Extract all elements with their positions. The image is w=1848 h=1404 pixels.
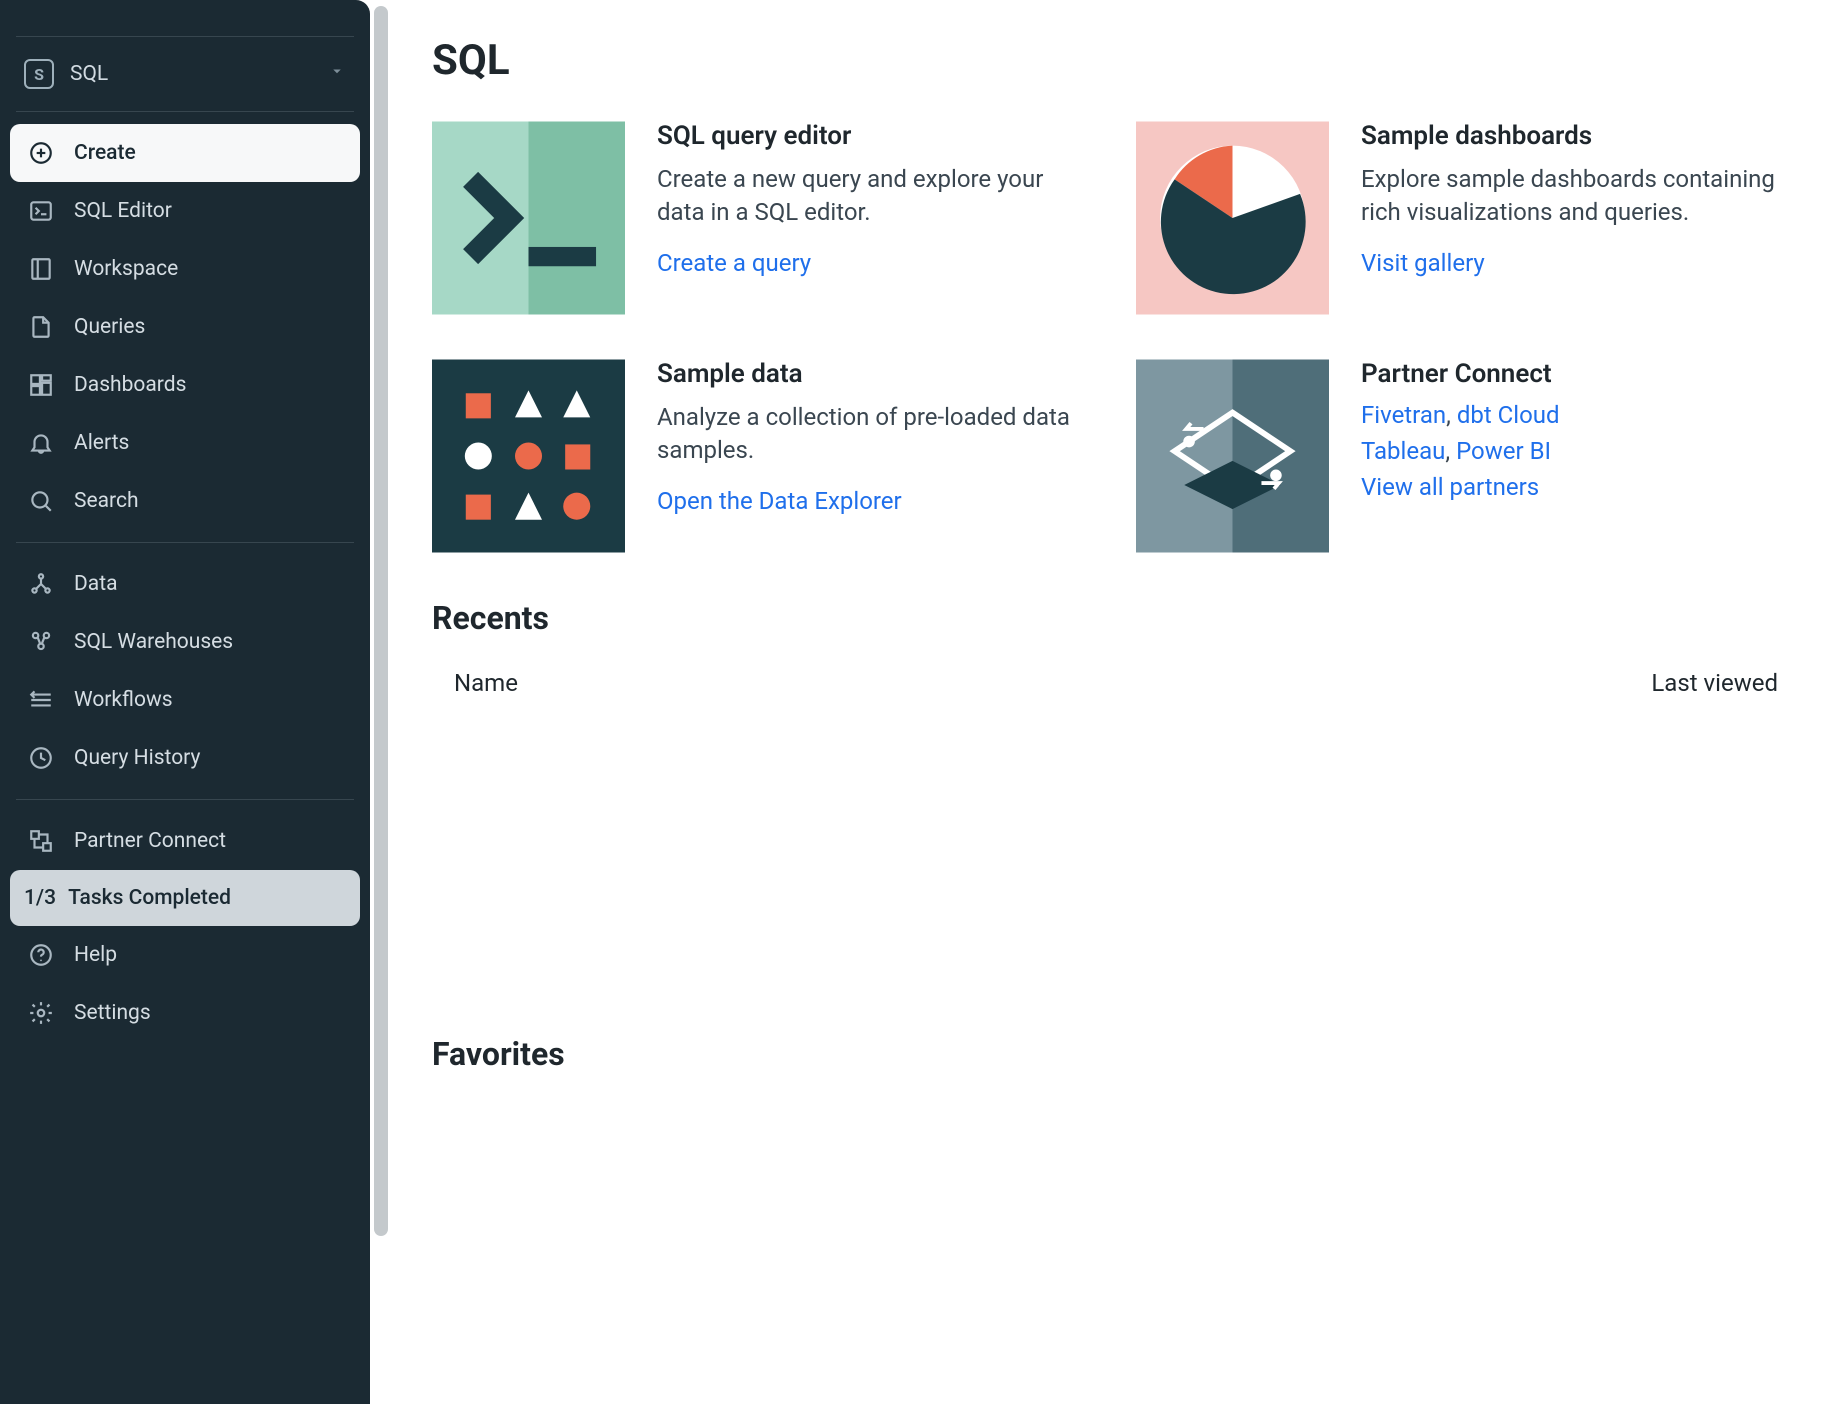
- card-sample-data: Sample data Analyze a collection of pre-…: [432, 359, 1096, 553]
- sidebar-item-partner-connect[interactable]: Partner Connect: [10, 812, 360, 870]
- sidebar-item-search[interactable]: Search: [10, 472, 360, 530]
- sidebar-item-label: Workspace: [74, 257, 178, 281]
- card-title: Partner Connect: [1361, 359, 1560, 389]
- bell-icon: [28, 430, 54, 456]
- card-desc: Explore sample dashboards containing ric…: [1361, 163, 1800, 229]
- sidebar-item-workspace[interactable]: Workspace: [10, 240, 360, 298]
- plus-circle-icon: [28, 140, 54, 166]
- tasks-count: 1/3: [24, 886, 56, 910]
- sidebar-item-label: Query History: [74, 746, 200, 770]
- fivetran-link[interactable]: Fivetran: [1361, 401, 1446, 429]
- sidebar-item-queries[interactable]: Queries: [10, 298, 360, 356]
- sidebar-item-label: Alerts: [74, 431, 129, 455]
- warehouse-icon: [28, 629, 54, 655]
- powerbi-link[interactable]: Power BI: [1456, 437, 1551, 465]
- recents-empty: [432, 709, 1800, 989]
- create-query-link[interactable]: Create a query: [657, 249, 811, 277]
- tasks-completed[interactable]: 1/3 Tasks Completed: [10, 870, 360, 926]
- recents-heading: Recents: [432, 599, 1800, 637]
- sidebar: S SQL Create SQL Editor Workspace Querie…: [0, 0, 370, 1404]
- sidebar-item-data[interactable]: Data: [10, 555, 360, 613]
- card-sql-editor: SQL query editor Create a new query and …: [432, 121, 1096, 315]
- main-content: SQL SQL query editor Create a new query …: [392, 0, 1848, 1404]
- card-desc: Analyze a collection of pre-loaded data …: [657, 401, 1096, 467]
- main-scroll-container: SQL SQL query editor Create a new query …: [370, 0, 1848, 1404]
- dashboards-thumb: [1136, 121, 1329, 315]
- card-partner-connect: Partner Connect Fivetran, dbt Cloud Tabl…: [1136, 359, 1800, 553]
- sidebar-item-label: Settings: [74, 1001, 151, 1025]
- card-title: Sample dashboards: [1361, 121, 1800, 151]
- data-icon: [28, 571, 54, 597]
- favorites-heading: Favorites: [432, 1035, 1800, 1073]
- recents-table-header: Name Last viewed: [432, 657, 1800, 709]
- clock-icon: [28, 745, 54, 771]
- sidebar-item-dashboards[interactable]: Dashboards: [10, 356, 360, 414]
- sidebar-item-workflows[interactable]: Workflows: [10, 671, 360, 729]
- editor-thumb: [432, 121, 625, 315]
- partner-icon: [28, 828, 54, 854]
- sidebar-item-label: Dashboards: [74, 373, 186, 397]
- create-button[interactable]: Create: [10, 124, 360, 182]
- visit-gallery-link[interactable]: Visit gallery: [1361, 249, 1485, 277]
- persona-icon: S: [24, 59, 54, 89]
- view-all-partners-link[interactable]: View all partners: [1361, 473, 1539, 501]
- dbt-link[interactable]: dbt Cloud: [1457, 401, 1560, 429]
- sidebar-item-label: SQL Warehouses: [74, 630, 233, 654]
- tableau-link[interactable]: Tableau: [1361, 437, 1445, 465]
- card-title: Sample data: [657, 359, 1096, 389]
- search-icon: [28, 488, 54, 514]
- col-name: Name: [454, 669, 518, 697]
- scrollbar[interactable]: [370, 0, 392, 1404]
- persona-switcher[interactable]: S SQL: [10, 49, 360, 99]
- card-desc: Create a new query and explore your data…: [657, 163, 1096, 229]
- page-title: SQL: [432, 36, 1800, 85]
- create-label: Create: [74, 141, 136, 165]
- sidebar-item-label: Workflows: [74, 688, 173, 712]
- terminal-icon: [28, 198, 54, 224]
- file-icon: [28, 314, 54, 340]
- chevron-down-icon: [328, 62, 346, 86]
- data-thumb: [432, 359, 625, 553]
- card-title: SQL query editor: [657, 121, 1096, 151]
- sidebar-item-label: Data: [74, 572, 118, 596]
- persona-label: SQL: [70, 62, 108, 86]
- sidebar-item-alerts[interactable]: Alerts: [10, 414, 360, 472]
- card-sample-dashboards: Sample dashboards Explore sample dashboa…: [1136, 121, 1800, 315]
- gear-icon: [28, 1000, 54, 1026]
- workflows-icon: [28, 687, 54, 713]
- sidebar-item-label: Help: [74, 943, 117, 967]
- col-last-viewed: Last viewed: [1651, 669, 1778, 697]
- sidebar-item-label: SQL Editor: [74, 199, 172, 223]
- sidebar-item-help[interactable]: Help: [10, 926, 360, 984]
- help-icon: [28, 942, 54, 968]
- sidebar-item-label: Partner Connect: [74, 829, 226, 853]
- sidebar-item-warehouses[interactable]: SQL Warehouses: [10, 613, 360, 671]
- sidebar-item-settings[interactable]: Settings: [10, 984, 360, 1042]
- sidebar-item-query-history[interactable]: Query History: [10, 729, 360, 787]
- sidebar-item-label: Queries: [74, 315, 145, 339]
- sidebar-item-sql-editor[interactable]: SQL Editor: [10, 182, 360, 240]
- dashboard-icon: [28, 372, 54, 398]
- tasks-label: Tasks Completed: [68, 886, 231, 910]
- open-data-explorer-link[interactable]: Open the Data Explorer: [657, 487, 902, 515]
- partner-thumb: [1136, 359, 1329, 553]
- sidebar-item-label: Search: [74, 489, 139, 513]
- book-icon: [28, 256, 54, 282]
